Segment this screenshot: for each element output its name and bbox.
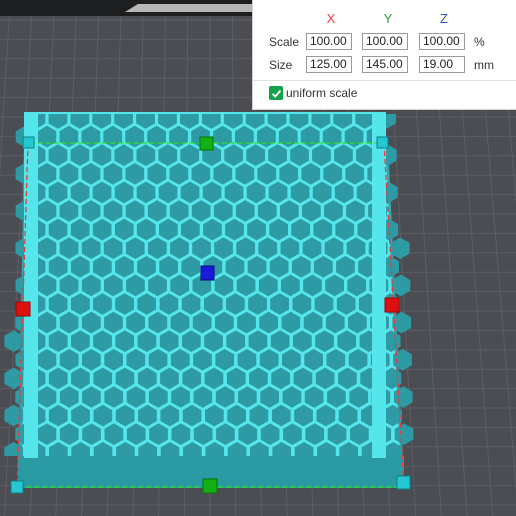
panel-divider (253, 80, 516, 81)
y-handle-front[interactable] (202, 478, 218, 494)
corner-handle-bottom-right[interactable] (396, 475, 411, 490)
scale-unit: % (474, 35, 485, 49)
size-unit: mm (474, 58, 494, 72)
x-handle-left[interactable] (15, 301, 31, 317)
y-handle-back[interactable] (199, 136, 214, 151)
model-right-border (372, 112, 386, 458)
axis-label-x: X (326, 11, 336, 26)
size-y-input[interactable]: 145.00 (362, 56, 408, 73)
scale-x-input[interactable]: 100.00 (306, 33, 352, 50)
corner-handle-top-right[interactable] (376, 136, 389, 149)
z-handle-center[interactable] (200, 265, 215, 281)
scale-z-input[interactable]: 100.00 (419, 33, 465, 50)
model-left-border (24, 112, 38, 458)
size-z-input[interactable]: 19.00 (419, 56, 465, 73)
honeycomb-model[interactable] (4, 112, 414, 488)
uniform-scale-label: uniform scale (286, 86, 358, 100)
corner-handle-top-left[interactable] (22, 136, 35, 149)
scale-row-label: Scale (269, 35, 300, 49)
axis-label-z: Z (440, 11, 448, 26)
scale-y-input[interactable]: 100.00 (362, 33, 408, 50)
uniform-scale-toggle[interactable]: uniform scale (269, 86, 357, 100)
x-handle-right[interactable] (384, 297, 400, 313)
axis-label-y: Y (383, 11, 393, 26)
scale-panel: X Y Z Scale 100.00 100.00 100.00 % Size … (252, 0, 516, 110)
size-row-label: Size (269, 58, 293, 72)
check-icon[interactable] (269, 86, 283, 100)
corner-handle-bottom-left[interactable] (10, 480, 24, 494)
size-x-input[interactable]: 125.00 (306, 56, 352, 73)
